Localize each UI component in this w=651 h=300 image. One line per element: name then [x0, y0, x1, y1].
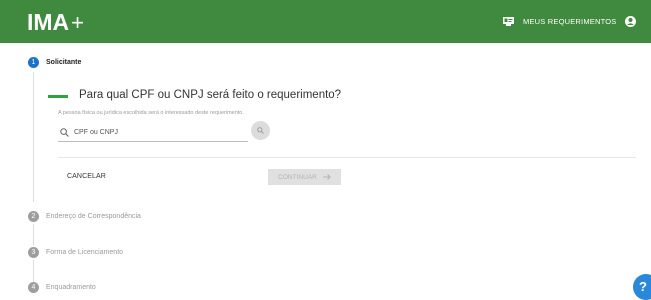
logo-text: IMA — [27, 9, 70, 35]
ima-logo[interactable]: IMA+ — [27, 9, 84, 36]
search-icon — [60, 128, 69, 137]
step-4-label[interactable]: Enquadramento — [46, 284, 96, 291]
step-2-label[interactable]: Endereço de Correspondência — [46, 213, 141, 220]
stepper-connector — [33, 260, 34, 282]
step-3-indicator[interactable]: 3 — [28, 247, 39, 258]
step-2-indicator[interactable]: 2 — [28, 211, 39, 222]
cancel-button[interactable]: CANCELAR — [67, 173, 106, 180]
step-4-indicator[interactable]: 4 — [28, 282, 39, 293]
my-requests-link[interactable]: MEUS REQUERIMENTOS — [503, 17, 616, 26]
arrow-right-icon — [322, 174, 331, 180]
help-button[interactable]: ? — [633, 274, 651, 300]
id-card-icon — [503, 17, 514, 26]
question-title: Para qual CPF ou CNPJ será feito o reque… — [79, 89, 342, 101]
logo-plus: + — [71, 10, 85, 35]
question-accent-bar — [48, 95, 68, 98]
step-3-label[interactable]: Forma de Licenciamento — [46, 249, 123, 256]
form-divider — [58, 157, 636, 158]
question-subtitle: A pessoa física ou jurídica escolhida se… — [58, 110, 244, 116]
continue-button[interactable]: CONTINUAR — [268, 169, 341, 185]
search-button-icon — [257, 127, 264, 134]
my-requests-label: MEUS REQUERIMENTOS — [523, 17, 617, 26]
search-button[interactable] — [251, 121, 270, 140]
top-app-bar: IMA+ MEUS REQUERIMENTOS — [0, 0, 651, 43]
cpf-cnpj-input[interactable] — [74, 126, 244, 138]
user-circle-icon[interactable] — [625, 16, 636, 27]
step-1-label[interactable]: Solicitante — [46, 59, 81, 66]
step-1-indicator[interactable]: 1 — [28, 57, 39, 68]
stepper-connector — [33, 224, 34, 246]
continue-label: CONTINUAR — [278, 173, 317, 181]
cpf-cnpj-field[interactable] — [58, 125, 248, 142]
stepper-connector — [33, 72, 34, 202]
